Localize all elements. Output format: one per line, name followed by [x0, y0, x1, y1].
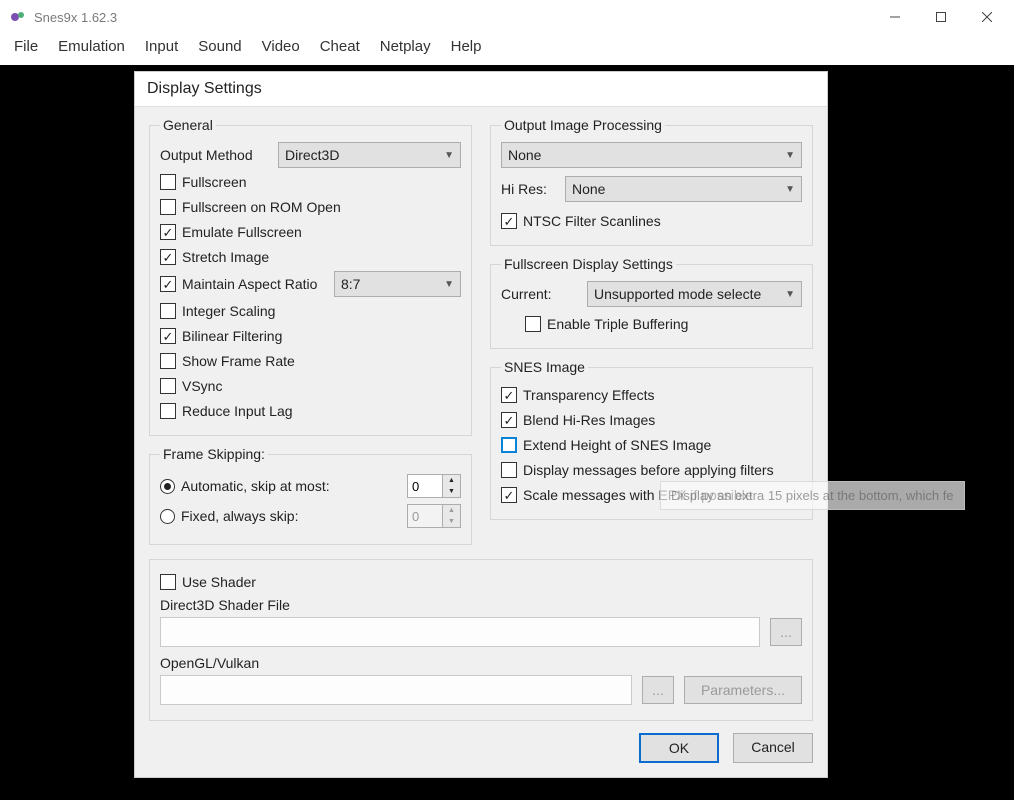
- dialog-title: Display Settings: [135, 72, 827, 107]
- maintain-aspect-checkbox[interactable]: [160, 276, 176, 292]
- automatic-spinner[interactable]: ▲▼: [407, 474, 461, 498]
- chevron-down-icon: ▼: [785, 289, 795, 300]
- display-settings-dialog: Display Settings General Output Method D…: [134, 71, 828, 778]
- menu-emulation[interactable]: Emulation: [58, 38, 125, 55]
- spin-up-icon[interactable]: ▲: [443, 475, 460, 486]
- fullscreen-display-legend: Fullscreen Display Settings: [501, 256, 676, 272]
- general-group: General Output Method Direct3D ▼ Fullscr…: [149, 117, 472, 436]
- chevron-down-icon: ▼: [444, 279, 454, 290]
- menu-cheat[interactable]: Cheat: [320, 38, 360, 55]
- current-label: Current:: [501, 286, 587, 302]
- fixed-radio[interactable]: [160, 509, 175, 524]
- emulate-fullscreen-checkbox[interactable]: [160, 224, 176, 240]
- output-method-select[interactable]: Direct3D ▼: [278, 142, 461, 168]
- cancel-button[interactable]: Cancel: [733, 733, 813, 763]
- menu-sound[interactable]: Sound: [198, 38, 241, 55]
- ogl-shader-label: OpenGL/Vulkan: [160, 655, 802, 671]
- spin-down-icon[interactable]: ▼: [443, 486, 460, 497]
- output-processing-legend: Output Image Processing: [501, 117, 665, 133]
- snes-image-legend: SNES Image: [501, 359, 588, 375]
- minimize-button[interactable]: [872, 2, 918, 32]
- menu-help[interactable]: Help: [451, 38, 482, 55]
- extend-height-checkbox[interactable]: [501, 437, 517, 453]
- shader-group: Use Shader Direct3D Shader File ... Open…: [149, 559, 813, 721]
- general-legend: General: [160, 117, 216, 133]
- stretch-image-checkbox[interactable]: [160, 249, 176, 265]
- tooltip: Display an extra 15 pixels at the bottom…: [660, 481, 965, 510]
- transparency-checkbox[interactable]: [501, 387, 517, 403]
- aspect-ratio-select[interactable]: 8:7 ▼: [334, 271, 461, 297]
- frame-skipping-group: Frame Skipping: Automatic, skip at most:…: [149, 446, 472, 545]
- triple-buffering-checkbox[interactable]: [525, 316, 541, 332]
- vsync-checkbox[interactable]: [160, 378, 176, 394]
- hires-select[interactable]: None ▼: [565, 176, 802, 202]
- current-mode-select[interactable]: Unsupported mode selecte ▼: [587, 281, 802, 307]
- window-title: Snes9x 1.62.3: [34, 10, 872, 25]
- chevron-down-icon: ▼: [785, 150, 795, 161]
- d3d-browse-button[interactable]: ...: [770, 618, 802, 646]
- display-messages-checkbox[interactable]: [501, 462, 517, 478]
- spin-up-icon: ▲: [443, 505, 460, 516]
- menu-video[interactable]: Video: [262, 38, 300, 55]
- menu-file[interactable]: File: [14, 38, 38, 55]
- close-button[interactable]: [964, 2, 1010, 32]
- chevron-down-icon: ▼: [785, 184, 795, 195]
- menu-input[interactable]: Input: [145, 38, 178, 55]
- bilinear-checkbox[interactable]: [160, 328, 176, 344]
- reduce-input-lag-checkbox[interactable]: [160, 403, 176, 419]
- ntsc-scanlines-checkbox[interactable]: [501, 213, 517, 229]
- scale-messages-checkbox[interactable]: [501, 487, 517, 503]
- hires-label: Hi Res:: [501, 181, 565, 197]
- use-shader-checkbox[interactable]: [160, 574, 176, 590]
- d3d-shader-label: Direct3D Shader File: [160, 597, 802, 613]
- ogl-browse-button[interactable]: ...: [642, 676, 674, 704]
- blend-hires-checkbox[interactable]: [501, 412, 517, 428]
- fullscreen-on-rom-checkbox[interactable]: [160, 199, 176, 215]
- output-processing-group: Output Image Processing None ▼ Hi Res: N…: [490, 117, 813, 246]
- d3d-shader-input[interactable]: [160, 617, 760, 647]
- maximize-button[interactable]: [918, 2, 964, 32]
- titlebar: Snes9x 1.62.3: [0, 0, 1014, 34]
- output-processing-select[interactable]: None ▼: [501, 142, 802, 168]
- parameters-button[interactable]: Parameters...: [684, 676, 802, 704]
- menu-netplay[interactable]: Netplay: [380, 38, 431, 55]
- menubar: File Emulation Input Sound Video Cheat N…: [0, 34, 1014, 65]
- automatic-radio[interactable]: [160, 479, 175, 494]
- frame-skipping-legend: Frame Skipping:: [160, 446, 268, 462]
- fullscreen-checkbox[interactable]: [160, 174, 176, 190]
- output-method-label: Output Method: [160, 147, 278, 163]
- ok-button[interactable]: OK: [639, 733, 719, 763]
- spin-down-icon: ▼: [443, 516, 460, 527]
- app-icon: [10, 9, 26, 25]
- chevron-down-icon: ▼: [444, 150, 454, 161]
- fullscreen-display-group: Fullscreen Display Settings Current: Uns…: [490, 256, 813, 349]
- show-framerate-checkbox[interactable]: [160, 353, 176, 369]
- integer-scaling-checkbox[interactable]: [160, 303, 176, 319]
- ogl-shader-input[interactable]: [160, 675, 632, 705]
- fixed-spinner: ▲▼: [407, 504, 461, 528]
